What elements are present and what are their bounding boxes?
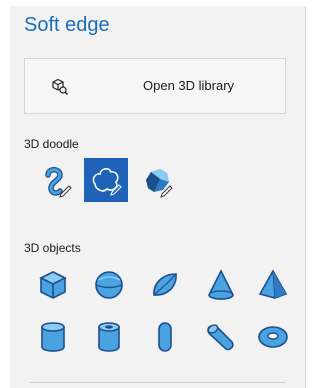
soft-edge-doodle-tool[interactable]	[84, 158, 128, 202]
open-3d-library-button[interactable]: Open 3D library	[24, 58, 286, 114]
sphere-button[interactable]	[92, 268, 126, 302]
sharp-edge-doodle-icon	[146, 169, 173, 198]
tube-doodle-icon	[45, 167, 72, 198]
capsule-button[interactable]	[148, 320, 182, 354]
hemisphere-icon	[153, 273, 177, 296]
panel-divider	[305, 6, 306, 388]
elbow-pipe-icon	[207, 324, 234, 351]
sharp-edge-doodle-tool[interactable]	[136, 160, 180, 204]
donut-button[interactable]	[256, 320, 290, 354]
sphere-icon	[95, 271, 123, 299]
tube-button[interactable]	[92, 320, 126, 354]
pyramid-icon	[258, 269, 288, 299]
donut-icon	[258, 326, 288, 348]
tube-icon	[98, 322, 120, 352]
3d-objects-heading: 3D objects	[24, 241, 81, 255]
tube-doodle-tool[interactable]	[34, 160, 78, 204]
cube-button[interactable]	[36, 268, 70, 302]
hemisphere-button[interactable]	[148, 268, 182, 302]
3d-doodle-heading: 3D doodle	[24, 137, 79, 151]
3d-library-icon	[52, 78, 68, 95]
cylinder-icon	[41, 322, 65, 352]
capsule-icon	[158, 322, 172, 352]
panel-bottom-divider	[30, 382, 286, 383]
cylinder-button[interactable]	[36, 320, 70, 354]
soft-edge-doodle-icon	[92, 168, 122, 196]
cone-button[interactable]	[204, 268, 238, 302]
open-3d-library-label: Open 3D library	[143, 78, 235, 93]
panel-title: Soft edge	[24, 14, 110, 36]
cone-icon	[208, 269, 234, 300]
elbow-pipe-button[interactable]	[204, 320, 238, 354]
cube-icon	[39, 271, 67, 299]
pyramid-button[interactable]	[256, 268, 290, 302]
